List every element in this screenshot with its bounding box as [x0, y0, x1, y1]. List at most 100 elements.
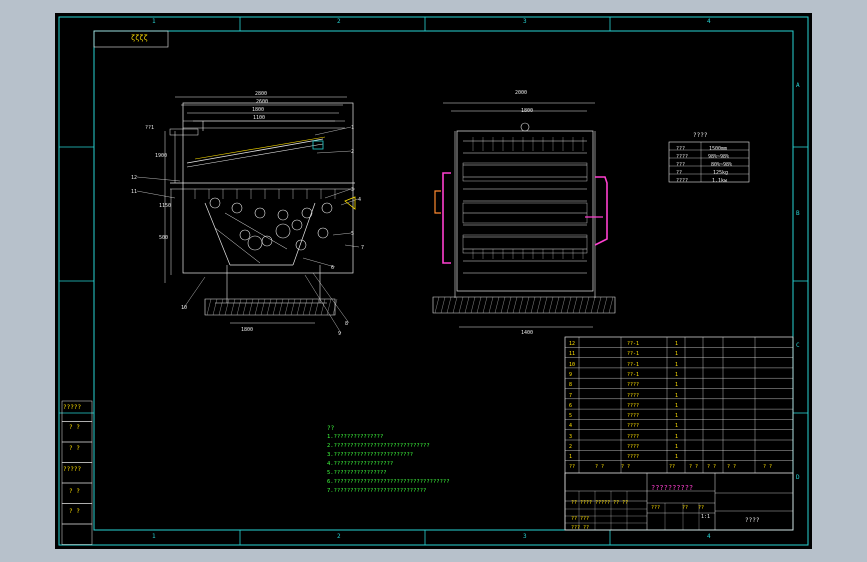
- hatch: [314, 298, 320, 316]
- parts-list-cell: ??-1: [627, 341, 640, 347]
- roller: [209, 197, 221, 209]
- callout-leader: [332, 232, 352, 236]
- roller: [317, 227, 329, 239]
- part-callout: 3: [351, 187, 355, 193]
- zone-number-top: 4: [707, 18, 711, 25]
- hatch: [608, 296, 614, 314]
- hatch: [218, 298, 224, 316]
- left-column-label: ?????: [63, 404, 82, 411]
- spec-value: 1500mm: [709, 146, 728, 152]
- zone-letter-right: A: [796, 82, 800, 89]
- parts-list-header-cell: ? ?: [621, 464, 631, 470]
- dimension-label: 1150: [159, 203, 172, 209]
- parts-list-cell: ??-1: [627, 371, 640, 378]
- zone-number-top: 3: [523, 18, 527, 25]
- drawing-line: [204, 202, 231, 266]
- callout-label: ??1: [145, 125, 155, 131]
- note-line: 2.?????????????????????????????: [327, 443, 430, 449]
- hatch: [446, 296, 452, 314]
- hatch: [590, 296, 596, 314]
- parts-list-cell: ????: [627, 423, 640, 430]
- parts-list-cell: 12: [569, 341, 576, 347]
- hatch: [308, 298, 314, 316]
- notes-heading: ??: [327, 425, 335, 432]
- note-line: 6.???????????????????????????????????: [327, 479, 450, 485]
- hatch: [296, 298, 302, 316]
- parts-list-cell: 1: [675, 341, 679, 347]
- part-callout: 10: [181, 305, 188, 311]
- part-callout: 8: [345, 321, 349, 327]
- hatch: [272, 298, 278, 316]
- hatch: [242, 298, 248, 316]
- dimension-label: 1800: [252, 107, 265, 113]
- hatch: [464, 296, 470, 314]
- left-column-label: ? ?: [69, 445, 80, 452]
- parts-list-cell: 5: [569, 413, 573, 420]
- hatch: [326, 298, 332, 316]
- hatch: [602, 296, 608, 314]
- zone-number-bottom: 2: [337, 533, 341, 540]
- parts-list-header-cell: ? ?: [689, 464, 699, 470]
- parts-list-cell: 1: [675, 413, 679, 420]
- part-callout: 2: [351, 149, 355, 155]
- belt-line: [194, 136, 326, 160]
- parts-list-header-cell: ? ?: [595, 464, 605, 470]
- left-column-box: [61, 523, 93, 545]
- hatch: [518, 296, 524, 314]
- part-callout: 9: [338, 331, 342, 337]
- dimension-label: 500: [159, 235, 169, 241]
- scale-label: ??: [682, 505, 689, 511]
- parts-list-cell: 1: [675, 351, 679, 358]
- zone-number-bottom: 1: [152, 533, 156, 540]
- roller: [301, 207, 313, 219]
- spec-name: ???: [676, 146, 686, 152]
- scale-label: ???: [651, 505, 661, 511]
- callout-leader: [344, 244, 360, 248]
- hatch: [530, 296, 536, 314]
- hatch: [302, 298, 308, 316]
- part-callout: 12: [131, 175, 138, 181]
- zone-letter-right: B: [796, 210, 800, 217]
- left-column-label: ? ?: [69, 488, 80, 495]
- zone-number-bottom: 4: [707, 533, 711, 540]
- parts-list-cell: 1: [675, 433, 679, 440]
- hatch: [494, 296, 500, 314]
- parts-list-cell: 1: [675, 402, 679, 409]
- hatch: [254, 298, 260, 316]
- parts-list-cell: ????: [627, 454, 640, 461]
- corner-tag: ζζζζ: [131, 34, 148, 42]
- drawing-line: [462, 234, 588, 254]
- title-block-row: ??? ??: [571, 525, 590, 531]
- zone-number-top: 1: [152, 18, 156, 25]
- hatch: [506, 296, 512, 314]
- spec-value: 80%~98%: [711, 162, 733, 168]
- parts-list-cell: 8: [569, 382, 573, 389]
- inner-frame: [93, 30, 794, 531]
- hatch: [260, 298, 266, 316]
- zone-letter-right: C: [796, 342, 800, 349]
- roller: [277, 209, 289, 221]
- drawing-line: [462, 162, 588, 182]
- scale-value: 1:1: [701, 514, 711, 520]
- drawing-line: [224, 212, 288, 250]
- parts-list-cell: 7: [569, 392, 573, 399]
- zone-number-top: 2: [337, 18, 341, 25]
- company-name: ????: [745, 517, 760, 524]
- left-column-label: ? ?: [69, 424, 80, 431]
- hatch: [488, 296, 494, 314]
- dimension-label: 1800: [241, 327, 254, 333]
- side-frame: [456, 130, 594, 292]
- parts-list-cell: 1: [675, 454, 679, 461]
- parts-list-cell: 11: [569, 351, 576, 358]
- roller: [254, 207, 266, 219]
- note-line: 3.????????????????????????: [327, 452, 414, 458]
- spec-name: ??: [676, 170, 683, 176]
- hatch: [536, 296, 542, 314]
- note-line: 5.????????????????: [327, 470, 387, 476]
- roller: [231, 202, 243, 214]
- hatch: [290, 298, 296, 316]
- parts-list-cell: 1: [675, 423, 679, 430]
- title-block-row: ?? ???? ????? ?? ??: [571, 500, 629, 506]
- hatch: [284, 298, 290, 316]
- callout-leader: [324, 188, 352, 199]
